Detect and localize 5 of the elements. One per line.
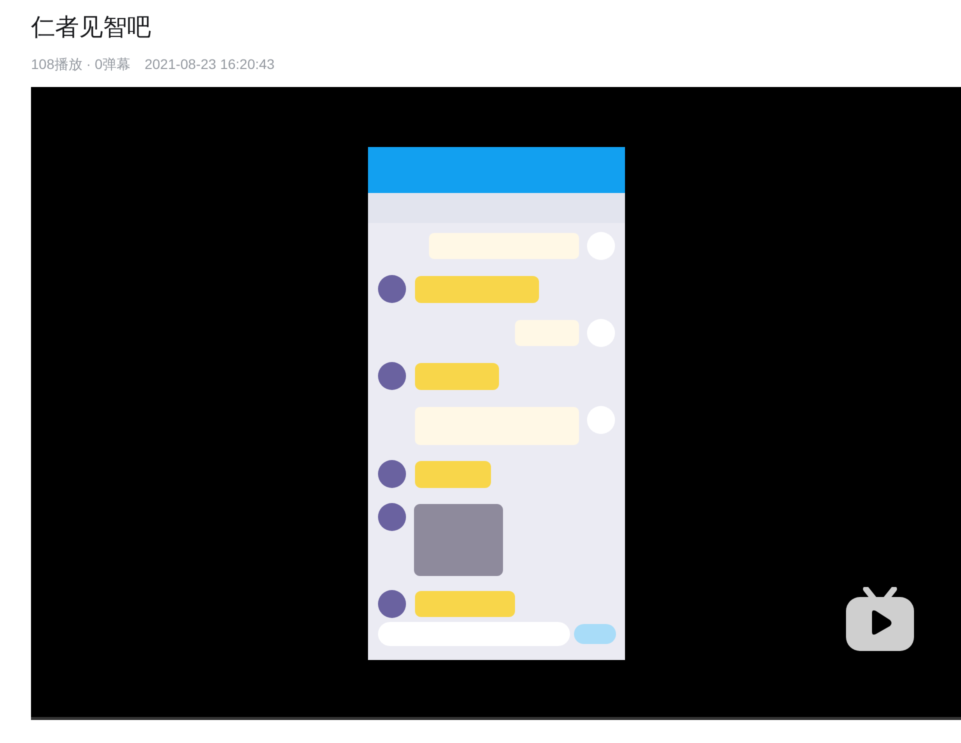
play-icon[interactable] [846,587,914,651]
video-title: 仁者见智吧 [31,13,152,43]
publish-date: 2021-08-23 16:20:43 [144,55,275,74]
video-player[interactable] [31,87,961,720]
play-stats: 108播放 · 0弹幕 [31,55,131,74]
